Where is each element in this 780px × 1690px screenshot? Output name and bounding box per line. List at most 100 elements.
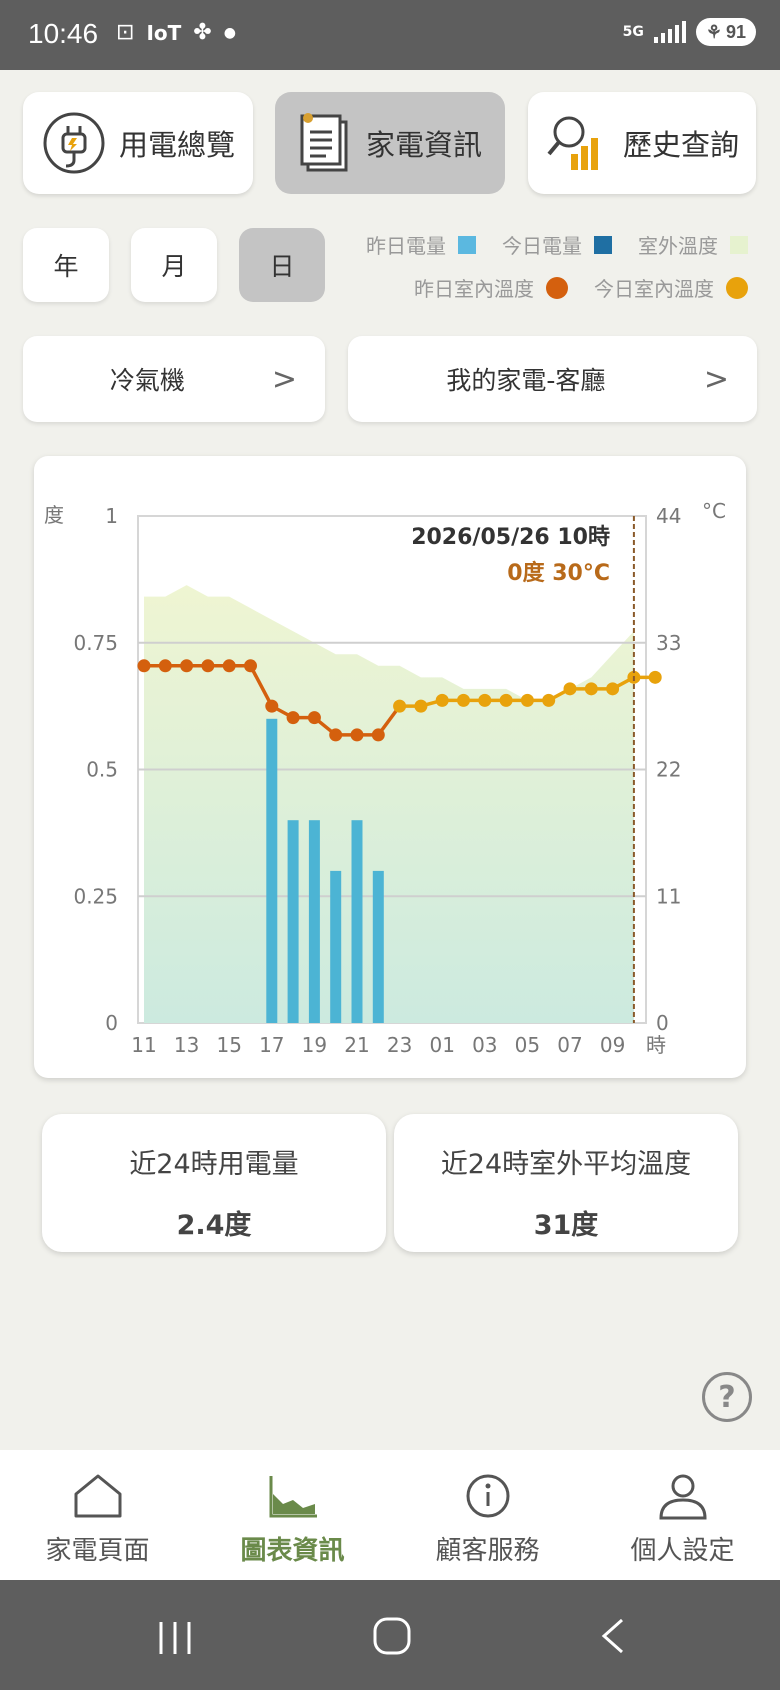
- indoor-yesterday-point: [265, 699, 279, 713]
- nav-customer-service[interactable]: 顧客服務: [390, 1450, 585, 1580]
- y-left-tick-label: 0.25: [73, 884, 118, 908]
- home-nav-icon[interactable]: [372, 1616, 412, 1656]
- indoor-yesterday-point: [307, 711, 321, 725]
- y-right-tick-label: 0: [656, 1011, 669, 1035]
- legend-swatch: [730, 235, 748, 254]
- period-year-button[interactable]: 年: [23, 228, 109, 302]
- indoor-today-point: [563, 682, 577, 696]
- indoor-yesterday-point: [137, 659, 151, 673]
- x-tick-label: 23: [387, 1033, 412, 1057]
- legend-row-2: 昨日室內溫度 今日室內溫度: [400, 273, 748, 302]
- nav-label: 顧客服務: [435, 1536, 540, 1566]
- x-unit: 時: [646, 1033, 666, 1057]
- outdoor-temp-area: [144, 585, 634, 1023]
- legend-today-indoor: 今日室內溫度: [594, 273, 748, 302]
- y-left-tick-label: 0.5: [86, 758, 118, 782]
- temp-stat-value: 31度: [533, 1210, 599, 1241]
- recent-apps-icon[interactable]: [155, 1618, 195, 1658]
- power-bar: [308, 820, 320, 1023]
- energy-temperature-chart[interactable]: 1 0.75 0.5 0.25 0 44 33 22 11 0 11 13 15 17 19 21 23 01 03…: [34, 456, 746, 1078]
- tab-history[interactable]: 歷史查詢: [528, 92, 756, 194]
- indoor-today-point: [499, 693, 513, 707]
- nav-personal-settings[interactable]: 個人設定: [585, 1450, 780, 1580]
- power-stat-value: 2.4度: [176, 1210, 252, 1241]
- area-chart-icon: [269, 1476, 317, 1518]
- tab-power-overview[interactable]: 用電總覽: [23, 92, 253, 194]
- help-button[interactable]: ?: [702, 1372, 752, 1422]
- indoor-yesterday-point: [201, 659, 215, 673]
- power-stat-title: 近24時用電量: [129, 1149, 299, 1180]
- indoor-today-point: [584, 682, 598, 696]
- tab-label: 家電資訊: [365, 128, 482, 162]
- indoor-today-point: [520, 693, 534, 707]
- period-day-button[interactable]: 日: [239, 228, 325, 302]
- person-icon: [658, 1474, 707, 1520]
- indoor-yesterday-point: [371, 728, 385, 742]
- iot-label: IoT: [146, 20, 182, 45]
- y-right-tick-label: 33: [656, 631, 681, 655]
- location-selector[interactable]: 我的家電-客廳 >: [348, 336, 757, 422]
- x-tick-label: 21: [344, 1033, 369, 1057]
- x-tick-label: 03: [472, 1033, 497, 1057]
- y-left-unit: 度: [44, 503, 64, 527]
- nav-label: 個人設定: [630, 1536, 735, 1566]
- indoor-yesterday-point: [286, 711, 300, 725]
- appliance-selector[interactable]: 冷氣機 >: [23, 336, 325, 422]
- indoor-today-point: [606, 682, 620, 696]
- period-month-button[interactable]: 月: [131, 228, 217, 302]
- pinwheel-icon: ✤: [193, 20, 212, 45]
- cursor-value: 0度 30°C: [507, 560, 610, 586]
- system-nav-bar: [0, 1580, 780, 1690]
- bottom-nav: 家電頁面 圖表資訊 顧客服務 個人設定: [0, 1450, 780, 1580]
- dot-icon: ●: [223, 24, 236, 41]
- power-bar: [372, 870, 384, 1023]
- indoor-yesterday-point: [329, 728, 343, 742]
- y-right-unit: °C: [702, 499, 726, 523]
- x-tick-label: 01: [429, 1033, 454, 1057]
- document-pin-icon: [300, 113, 348, 172]
- x-tick-label: 05: [515, 1033, 540, 1057]
- indoor-today-point: [393, 699, 407, 713]
- nav-label: 圖表資訊: [240, 1536, 345, 1566]
- tab-appliance-info[interactable]: 家電資訊: [275, 92, 505, 194]
- indoor-today-point: [648, 670, 662, 684]
- network-type: 5G: [622, 24, 644, 40]
- temp-stat-card: 近24時室外平均溫度 31度: [394, 1114, 738, 1252]
- legend-swatch: [726, 276, 748, 299]
- power-bar: [330, 870, 342, 1023]
- x-tick-label: 09: [600, 1033, 625, 1057]
- legend-outdoor-temp: 室外溫度: [638, 230, 748, 259]
- chart-card: 1 0.75 0.5 0.25 0 44 33 22 11 0 11 13 15 17 19 21 23 01 03…: [34, 456, 746, 1078]
- y-right-tick-label: 11: [656, 884, 681, 908]
- nav-label: 家電頁面: [45, 1536, 150, 1566]
- power-bar: [351, 820, 363, 1023]
- y-left-tick-label: 1: [105, 504, 118, 528]
- indoor-today-point: [435, 693, 449, 707]
- indoor-yesterday-point: [350, 728, 364, 742]
- tab-label: 用電總覽: [118, 128, 235, 162]
- x-tick-label: 11: [131, 1033, 156, 1057]
- battery-level: 91: [725, 21, 746, 42]
- cursor-date: 2026/05/26 10時: [411, 525, 610, 550]
- plug-bolt-icon: [43, 112, 105, 174]
- legend-yesterday-indoor: 昨日室內溫度: [414, 273, 568, 302]
- status-time: 10:46: [28, 18, 99, 49]
- back-icon[interactable]: [598, 1616, 628, 1656]
- indoor-yesterday-point: [158, 659, 172, 673]
- nav-chart-info[interactable]: 圖表資訊: [195, 1450, 390, 1580]
- status-icons-left: ⊡ IoT ✤ ●: [116, 20, 236, 45]
- power-stat-card: 近24時用電量 2.4度: [42, 1114, 386, 1252]
- indoor-yesterday-point: [222, 659, 236, 673]
- x-tick-label: 13: [174, 1033, 199, 1057]
- legend-today-power: 今日電量: [502, 230, 612, 259]
- indoor-today-point: [414, 699, 428, 713]
- status-icons-right: 5G ⚘ 91: [623, 18, 756, 46]
- signal-icon: [653, 21, 686, 43]
- location-label: 我的家電-客廳: [446, 366, 606, 395]
- legend-yesterday-power: 昨日電量: [366, 230, 476, 259]
- legend-swatch: [458, 235, 476, 254]
- y-right-tick-label: 22: [656, 758, 681, 782]
- indoor-today-point: [542, 693, 556, 707]
- nav-appliance-page[interactable]: 家電頁面: [0, 1450, 195, 1580]
- chevron-right-icon: >: [703, 361, 729, 397]
